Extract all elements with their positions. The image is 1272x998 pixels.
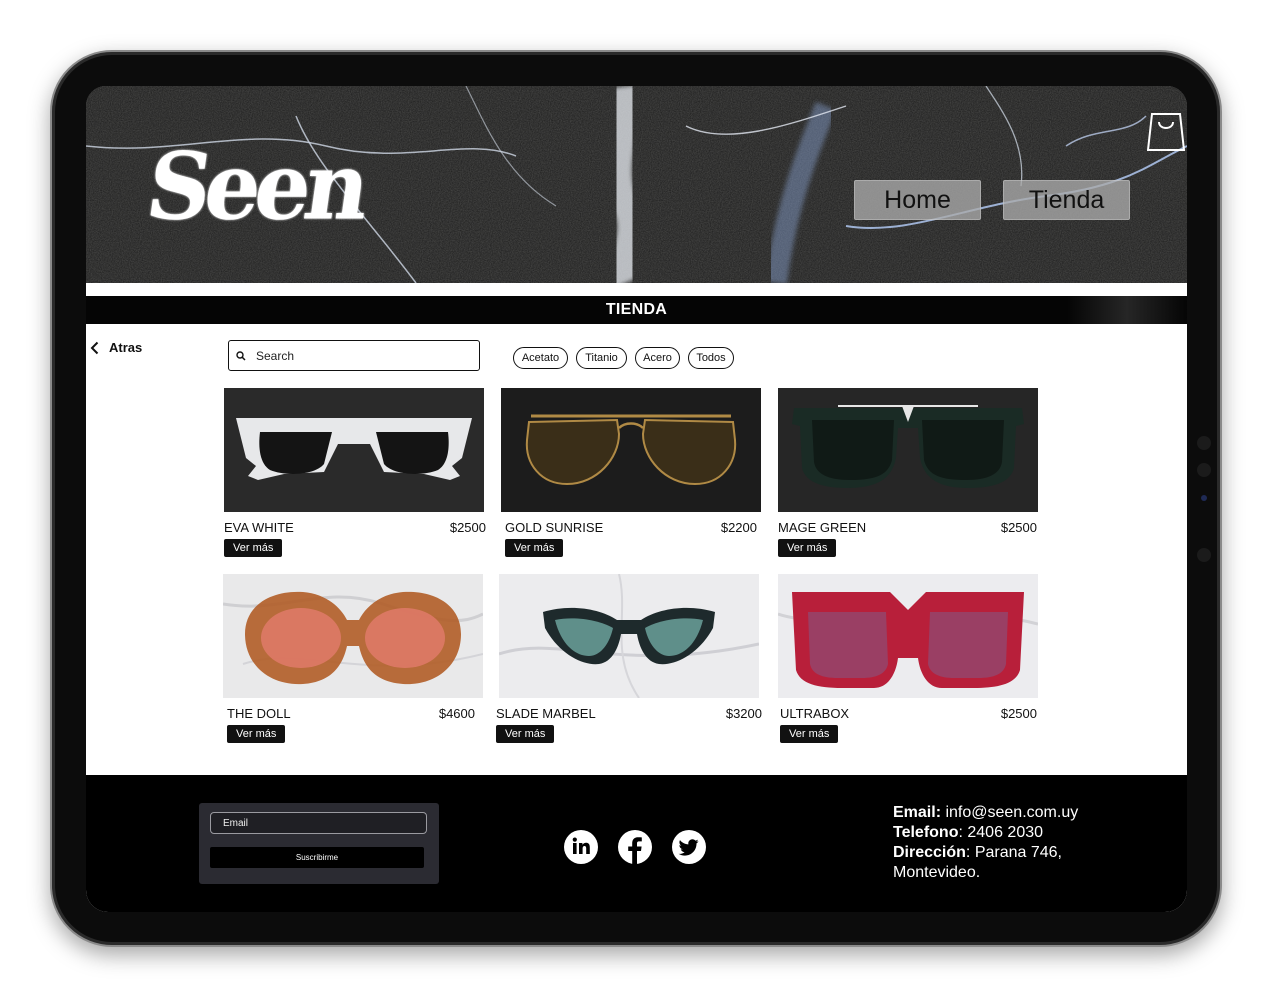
contact-address-value: Parana 746, xyxy=(974,844,1062,861)
filter-chip-acetato[interactable]: Acetato xyxy=(513,347,568,369)
subscribe-button[interactable]: Suscribirme xyxy=(210,847,424,868)
product-photo-eva-white[interactable] xyxy=(224,388,484,512)
product-name: SLADE MARBEL xyxy=(496,706,596,721)
footer: Suscribirme Email: info@seen.com.uy Tele… xyxy=(86,775,1187,912)
ver-mas-button[interactable]: Ver más xyxy=(227,725,286,743)
product-price: $2200 xyxy=(720,520,757,535)
product-photo-ultrabox[interactable] xyxy=(778,574,1038,698)
ver-mas-button[interactable]: Ver más xyxy=(778,539,837,557)
side-sensor xyxy=(1201,495,1207,501)
contact-address-city: Montevideo. xyxy=(893,864,981,881)
product-name: MAGE GREEN xyxy=(778,520,867,535)
section-title: TIENDA xyxy=(605,301,668,318)
ver-mas-button[interactable]: Ver más xyxy=(780,725,839,743)
product-name: THE DOLL xyxy=(227,706,291,721)
product-card[interactable]: GOLD SUNRISE $2200 Ver más xyxy=(501,388,761,557)
nav-home-button[interactable]: Home xyxy=(854,180,981,220)
side-sensor xyxy=(1197,548,1211,562)
section-title-bar: TIENDA xyxy=(86,296,1187,324)
product-photo-mage-green[interactable] xyxy=(778,388,1038,512)
product-photo-gold-sunrise[interactable] xyxy=(501,388,761,512)
product-name: GOLD SUNRISE xyxy=(505,520,604,535)
side-sensor xyxy=(1197,436,1211,450)
search-input[interactable] xyxy=(254,347,458,364)
contact-phone-value: 2406 2030 xyxy=(967,824,1044,841)
contact-address-label: Dirección xyxy=(893,844,966,861)
ver-mas-button[interactable]: Ver más xyxy=(224,539,283,557)
product-card[interactable]: THE DOLL $4600 Ver más xyxy=(223,574,483,743)
ver-mas-button[interactable]: Ver más xyxy=(505,539,564,557)
twitter-icon[interactable] xyxy=(671,829,707,865)
search-icon xyxy=(236,350,246,361)
product-name: ULTRABOX xyxy=(780,706,850,721)
subscribe-box: Suscribirme xyxy=(199,803,439,884)
shopping-bag-icon[interactable] xyxy=(1147,108,1185,152)
contact-email-value[interactable]: info@seen.com.uy xyxy=(945,804,1078,821)
contact-info: Email: info@seen.com.uy Telefono: 2406 2… xyxy=(893,804,1079,881)
filter-chip-titanio[interactable]: Titanio xyxy=(576,347,627,369)
subscribe-email-input[interactable] xyxy=(210,812,427,834)
filter-chip-todos[interactable]: Todos xyxy=(688,347,734,369)
product-photo-slade-marbel[interactable] xyxy=(499,574,759,698)
product-card[interactable]: ULTRABOX $2500 Ver más xyxy=(778,574,1038,743)
filter-chip-acero[interactable]: Acero xyxy=(635,347,680,369)
nav-tienda-button[interactable]: Tienda xyxy=(1003,180,1130,220)
contact-email-label: Email xyxy=(893,804,936,821)
search-box[interactable] xyxy=(228,340,480,371)
screen: Seen Home Tienda TIENDA Atras Acetato Ti… xyxy=(86,86,1187,912)
back-label: Atras xyxy=(109,340,143,355)
hero-header: Seen Home Tienda xyxy=(86,86,1187,283)
product-price: $3200 xyxy=(725,706,762,721)
product-name: EVA WHITE xyxy=(224,520,294,535)
brand-logo[interactable]: Seen xyxy=(140,131,371,240)
chevron-left-icon xyxy=(90,341,99,354)
product-card[interactable]: MAGE GREEN $2500 Ver más xyxy=(778,388,1038,557)
back-button[interactable]: Atras xyxy=(90,340,142,355)
product-card[interactable]: EVA WHITE $2500 Ver más xyxy=(224,388,486,557)
product-price: $2500 xyxy=(1000,520,1037,535)
ver-mas-button[interactable]: Ver más xyxy=(496,725,555,743)
product-card[interactable]: SLADE MARBEL $3200 Ver más xyxy=(496,574,762,743)
contact-phone-label: Telefono xyxy=(893,824,959,841)
linkedin-icon[interactable] xyxy=(563,829,599,865)
product-price: $2500 xyxy=(1000,706,1037,721)
side-sensor xyxy=(1197,463,1211,477)
product-price: $2500 xyxy=(449,520,486,535)
product-price: $4600 xyxy=(438,706,475,721)
facebook-icon[interactable] xyxy=(617,829,653,865)
product-photo-the-doll[interactable] xyxy=(223,574,483,698)
